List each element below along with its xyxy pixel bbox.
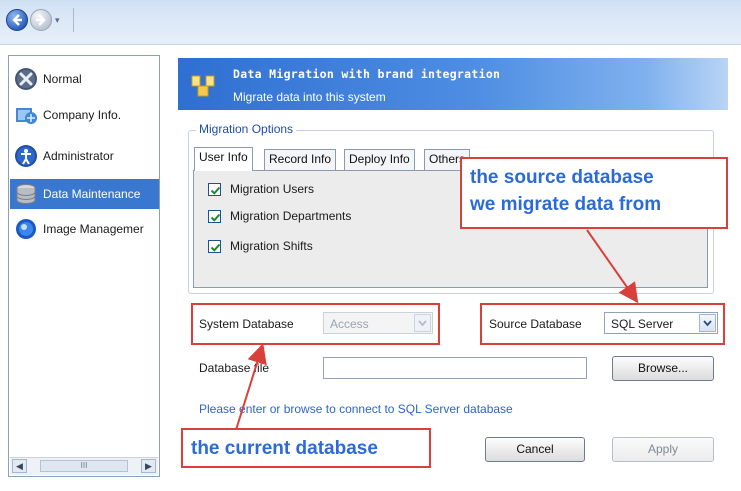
current-database-callout: the current database [181, 428, 431, 468]
source-arrow [586, 229, 639, 304]
callout-line-2: we migrate data from [470, 194, 662, 215]
current-arrow [235, 343, 267, 431]
tab-user-info[interactable]: User Info [194, 147, 253, 171]
annotation-arrows [235, 229, 639, 431]
callout-line-1: the source database [470, 167, 654, 188]
source-database-callout: the source database we migrate data from [460, 157, 728, 229]
callout-text: the current database [191, 438, 378, 459]
